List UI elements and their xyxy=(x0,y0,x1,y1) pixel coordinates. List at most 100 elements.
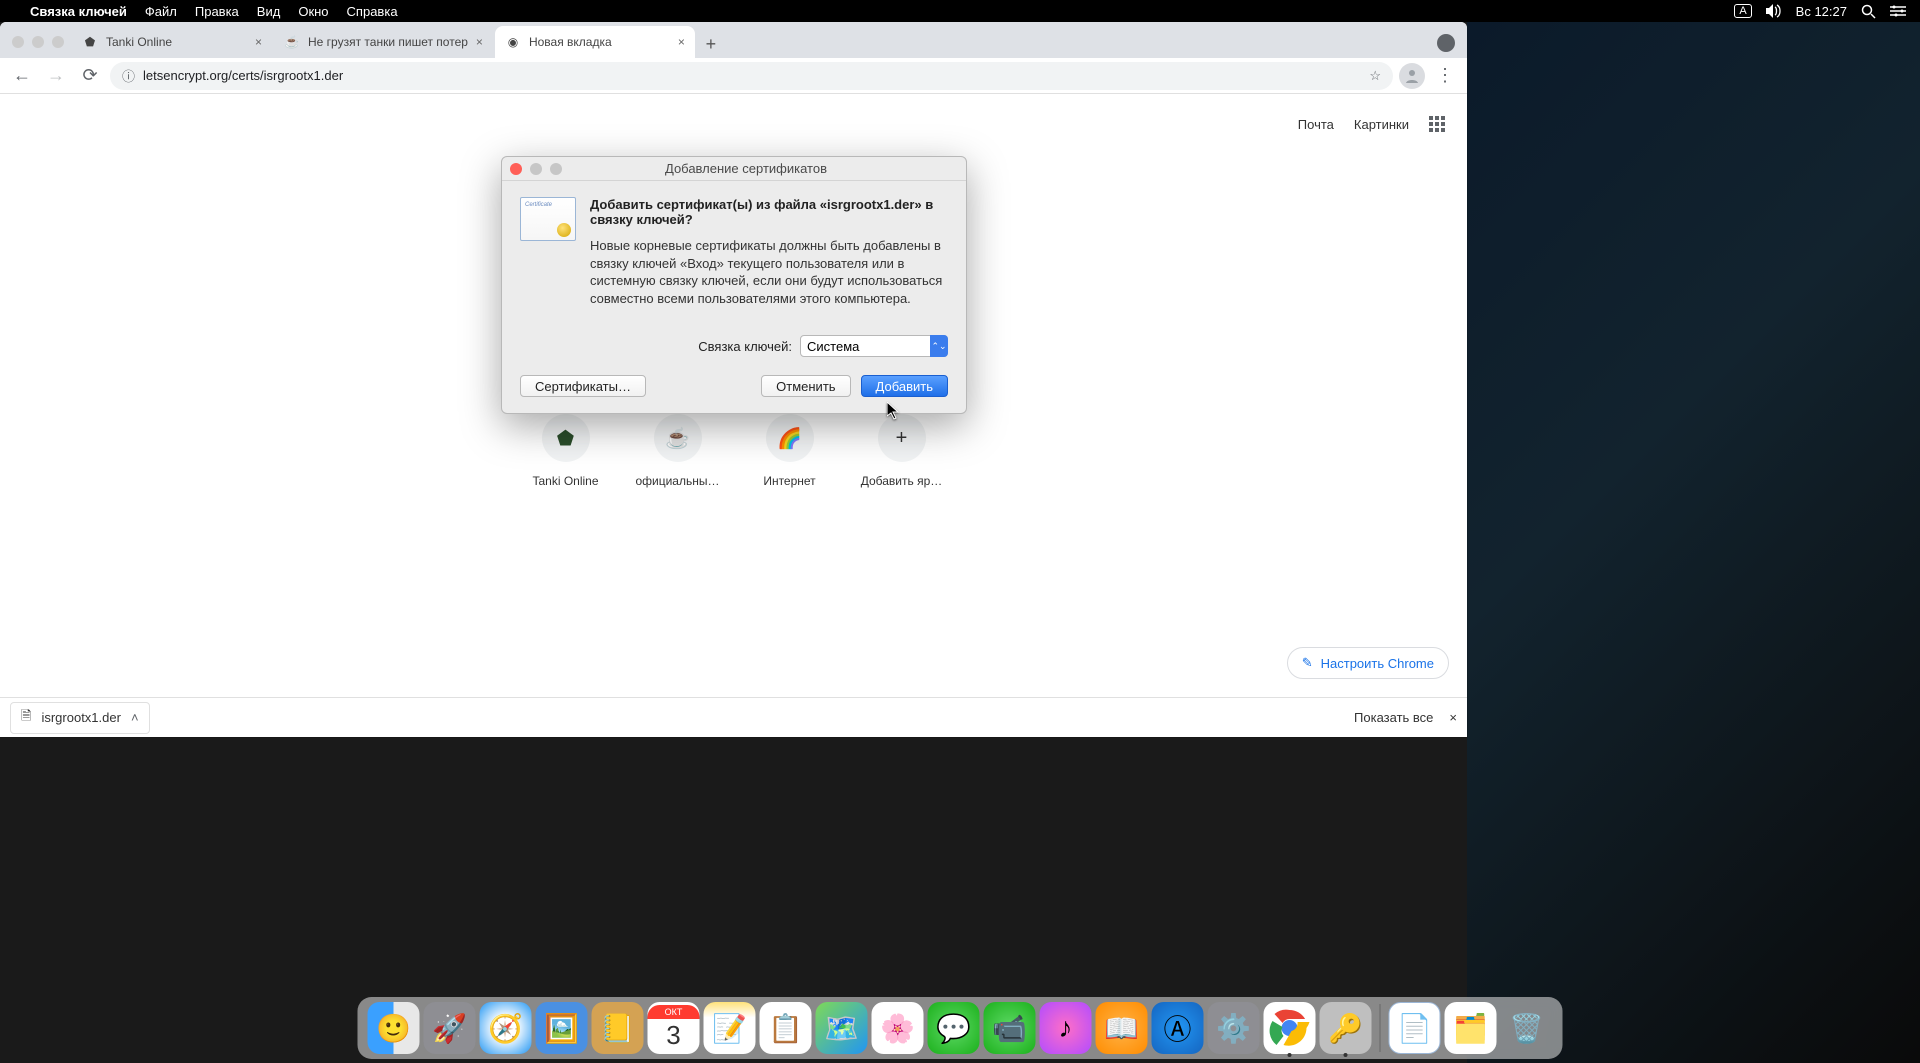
tab-close-icon[interactable]: × xyxy=(678,35,685,49)
dock-downloads-icon[interactable]: 🗂️ xyxy=(1445,1002,1497,1054)
dock-launchpad-icon[interactable]: 🚀 xyxy=(424,1002,476,1054)
reload-button[interactable]: ⟳ xyxy=(76,62,104,90)
plus-icon: + xyxy=(878,414,926,462)
shortcut-icon: ☕ xyxy=(654,414,702,462)
dock-finder-icon[interactable]: 🙂 xyxy=(368,1002,420,1054)
add-button[interactable]: Добавить xyxy=(861,375,948,397)
customize-label: Настроить Chrome xyxy=(1321,656,1434,671)
window-close-icon[interactable] xyxy=(12,36,24,48)
tab-title: Новая вкладка xyxy=(529,35,670,49)
dock-keychain-icon[interactable]: 🔑 xyxy=(1320,1002,1372,1054)
images-link[interactable]: Картинки xyxy=(1354,117,1409,132)
dock-separator xyxy=(1380,1004,1381,1052)
dock-notes-icon[interactable]: 📝 xyxy=(704,1002,756,1054)
dock-appstore-icon[interactable]: Ⓐ xyxy=(1152,1002,1204,1054)
pencil-icon: ✎ xyxy=(1302,655,1313,671)
address-bar[interactable]: ⓘ letsencrypt.org/certs/isrgrootx1.der ☆ xyxy=(110,62,1393,90)
dock-settings-icon[interactable]: ⚙️ xyxy=(1208,1002,1260,1054)
menu-help[interactable]: Справка xyxy=(347,4,398,19)
shortcut-label: официальны… xyxy=(634,474,722,488)
dock-ibooks-icon[interactable]: 📖 xyxy=(1096,1002,1148,1054)
window-zoom-icon[interactable] xyxy=(52,36,64,48)
dialog-minimize-icon xyxy=(530,163,542,175)
forward-button[interactable]: → xyxy=(42,62,70,90)
dialog-title: Добавление сертификатов xyxy=(570,161,922,176)
window-minimize-icon[interactable] xyxy=(32,36,44,48)
dock-chrome-icon[interactable] xyxy=(1264,1002,1316,1054)
file-icon: 🗎 xyxy=(21,707,31,729)
download-item[interactable]: 🗎 isrgrootx1.der ˄ xyxy=(10,702,150,734)
close-shelf-icon[interactable]: × xyxy=(1449,710,1457,725)
tab-close-icon[interactable]: × xyxy=(255,35,262,49)
profile-avatar-button[interactable] xyxy=(1399,63,1425,89)
calendar-day: 3 xyxy=(666,1019,680,1051)
dialog-titlebar: Добавление сертификатов xyxy=(502,157,966,181)
new-tab-button[interactable]: + xyxy=(697,30,725,58)
dock-messages-icon[interactable]: 💬 xyxy=(928,1002,980,1054)
add-certificates-dialog: Добавление сертификатов Добавить сертифи… xyxy=(501,156,967,414)
keychain-label: Связка ключей: xyxy=(698,339,792,354)
input-language-indicator[interactable]: A xyxy=(1734,4,1751,18)
chrome-window: ⬟ Tanki Online × ☕ Не грузят танки пишет… xyxy=(0,22,1467,737)
shortcut-official[interactable]: ☕ официальны… xyxy=(634,414,722,488)
favicon-icon: ☕ xyxy=(284,34,300,50)
desktop-wallpaper xyxy=(1467,22,1920,1063)
menu-view[interactable]: Вид xyxy=(257,4,281,19)
tab-tanki-online[interactable]: ⬟ Tanki Online × xyxy=(72,26,272,58)
site-info-icon[interactable]: ⓘ xyxy=(122,66,135,85)
certificates-button[interactable]: Сертификаты… xyxy=(520,375,646,397)
volume-icon[interactable] xyxy=(1766,4,1782,18)
bookmark-star-icon[interactable]: ☆ xyxy=(1369,68,1381,84)
shortcut-tanki[interactable]: ⬟ Tanki Online xyxy=(522,414,610,488)
dock-calendar-icon[interactable]: ОКТ 3 xyxy=(648,1002,700,1054)
menubar-app-name[interactable]: Связка ключей xyxy=(30,4,127,19)
shortcut-internet[interactable]: 🌈 Интернет xyxy=(746,414,834,488)
dock-preview-icon[interactable]: 🖼️ xyxy=(536,1002,588,1054)
back-button[interactable]: ← xyxy=(8,62,36,90)
dock-certificate-file-icon[interactable]: 📄 xyxy=(1389,1002,1441,1054)
downloads-shelf: 🗎 isrgrootx1.der ˄ Показать все × xyxy=(0,697,1467,737)
shortcut-add[interactable]: + Добавить яр… xyxy=(858,414,946,488)
calendar-month: ОКТ xyxy=(648,1005,700,1019)
dock-contacts-icon[interactable]: 📒 xyxy=(592,1002,644,1054)
dock-facetime-icon[interactable]: 📹 xyxy=(984,1002,1036,1054)
gmail-link[interactable]: Почта xyxy=(1298,117,1334,132)
macos-dock: 🙂 🚀 🧭 🖼️ 📒 ОКТ 3 📝 📋 🗺️ 🌸 💬 📹 ♪ 📖 Ⓐ ⚙️ 🔑… xyxy=(358,997,1563,1059)
shortcut-label: Tanki Online xyxy=(522,474,610,488)
menubar-clock[interactable]: Вс 12:27 xyxy=(1796,4,1847,19)
dock-safari-icon[interactable]: 🧭 xyxy=(480,1002,532,1054)
download-filename: isrgrootx1.der xyxy=(41,710,120,725)
menu-edit[interactable]: Правка xyxy=(195,4,239,19)
dialog-zoom-icon xyxy=(550,163,562,175)
menu-file[interactable]: Файл xyxy=(145,4,177,19)
customize-chrome-button[interactable]: ✎ Настроить Chrome xyxy=(1287,647,1449,679)
spotlight-icon[interactable] xyxy=(1861,4,1876,19)
window-traffic-lights xyxy=(12,36,64,48)
dock-maps-icon[interactable]: 🗺️ xyxy=(816,1002,868,1054)
dock-photos-icon[interactable]: 🌸 xyxy=(872,1002,924,1054)
menu-window[interactable]: Окно xyxy=(298,4,328,19)
show-all-downloads-link[interactable]: Показать все xyxy=(1354,710,1433,725)
dock-reminders-icon[interactable]: 📋 xyxy=(760,1002,812,1054)
profile-indicator-icon[interactable] xyxy=(1437,34,1455,52)
chevron-up-icon[interactable]: ˄ xyxy=(131,710,139,725)
certificate-icon xyxy=(520,197,576,241)
tab-close-icon[interactable]: × xyxy=(476,35,483,49)
ntp-shortcuts: ⬟ Tanki Online ☕ официальны… 🌈 Интернет … xyxy=(522,414,946,488)
tab-title: Tanki Online xyxy=(106,35,247,49)
dialog-description: Новые корневые сертификаты должны быть д… xyxy=(590,237,948,307)
dock-itunes-icon[interactable]: ♪ xyxy=(1040,1002,1092,1054)
shortcut-icon: 🌈 xyxy=(766,414,814,462)
chrome-menu-button[interactable]: ⋮ xyxy=(1431,62,1459,90)
dock-trash-icon[interactable]: 🗑️ xyxy=(1501,1002,1553,1054)
macos-menubar: Связка ключей Файл Правка Вид Окно Справ… xyxy=(0,0,1920,22)
google-apps-icon[interactable] xyxy=(1429,116,1445,132)
keychain-select[interactable]: Система xyxy=(800,335,948,357)
google-top-links: Почта Картинки xyxy=(1298,116,1445,132)
tab-new[interactable]: ◉ Новая вкладка × xyxy=(495,26,695,58)
cancel-button[interactable]: Отменить xyxy=(761,375,850,397)
dialog-close-icon[interactable] xyxy=(510,163,522,175)
tab-forum[interactable]: ☕ Не грузят танки пишет потер × xyxy=(274,26,493,58)
browser-toolbar: ← → ⟳ ⓘ letsencrypt.org/certs/isrgrootx1… xyxy=(0,58,1467,94)
control-center-icon[interactable] xyxy=(1890,5,1906,17)
